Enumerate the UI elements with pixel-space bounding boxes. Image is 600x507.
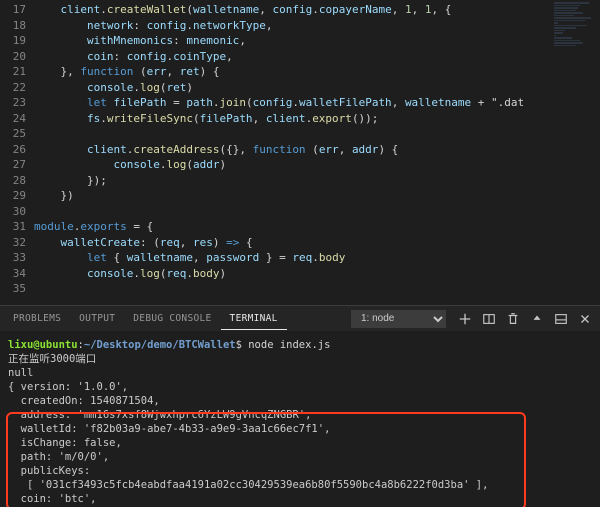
terminal-selector[interactable]: 1: node <box>351 310 446 328</box>
editor-pane: 17181920212223242526272829303132333435 c… <box>0 0 600 305</box>
minimap[interactable] <box>552 0 600 305</box>
tab-problems[interactable]: PROBLEMS <box>4 308 70 329</box>
tab-output[interactable]: OUTPUT <box>70 308 124 329</box>
panel-tab-bar: PROBLEMS OUTPUT DEBUG CONSOLE TERMINAL 1… <box>0 306 600 332</box>
code-area[interactable]: client.createWallet(walletname, config.c… <box>34 0 600 305</box>
terminal-output[interactable]: lixu@ubuntu:~/Desktop/demo/BTCWallet$ no… <box>0 332 600 507</box>
maximize-panel-icon[interactable] <box>526 308 548 330</box>
new-terminal-icon[interactable] <box>454 308 476 330</box>
bottom-panel: PROBLEMS OUTPUT DEBUG CONSOLE TERMINAL 1… <box>0 305 600 507</box>
tab-terminal[interactable]: TERMINAL <box>221 308 287 330</box>
kill-terminal-icon[interactable] <box>502 308 524 330</box>
split-terminal-icon[interactable] <box>478 308 500 330</box>
panel-actions: 1: node <box>351 308 596 330</box>
close-panel-icon[interactable] <box>574 308 596 330</box>
tab-debug-console[interactable]: DEBUG CONSOLE <box>124 308 220 329</box>
toggle-panel-icon[interactable] <box>550 308 572 330</box>
line-number-gutter: 17181920212223242526272829303132333435 <box>0 0 34 305</box>
